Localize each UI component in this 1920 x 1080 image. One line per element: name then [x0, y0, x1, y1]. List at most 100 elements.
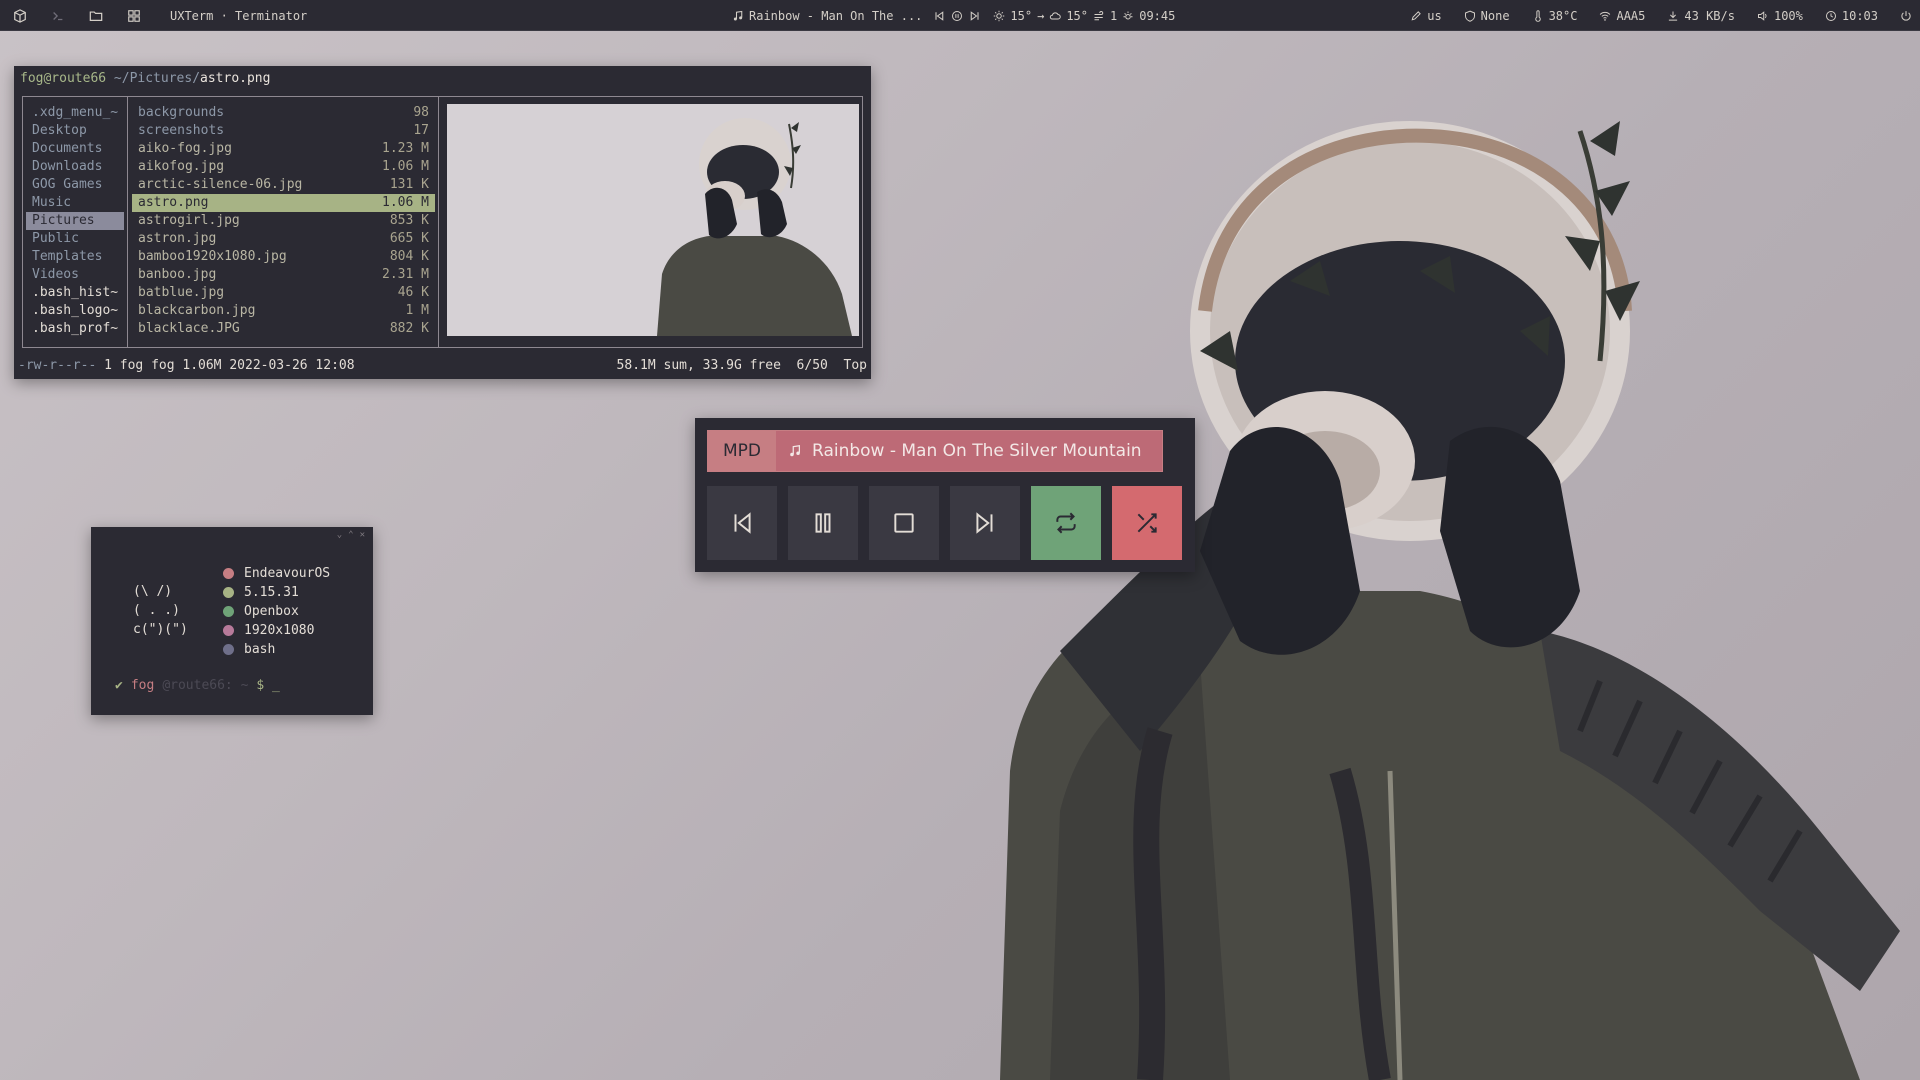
next-button[interactable] — [950, 486, 1020, 560]
folder-icon[interactable] — [86, 6, 106, 26]
parent-list-item[interactable]: GOG Games — [26, 176, 124, 194]
system-info-line: 5.15.31 — [223, 583, 330, 602]
parent-list-item[interactable]: .xdg_menu_~ — [26, 104, 124, 122]
cpu-temp: 38°C — [1532, 9, 1577, 23]
previous-icon — [734, 512, 751, 534]
pause-icon — [815, 513, 831, 533]
file-name: batblue.jpg — [138, 285, 225, 300]
terminal-icon[interactable] — [48, 6, 68, 26]
file-name: astron.jpg — [138, 231, 217, 246]
sunrise-icon — [1123, 11, 1133, 19]
system-info-value: 1920x1080 — [244, 623, 315, 638]
parent-list-item[interactable]: Desktop — [26, 122, 124, 140]
window-controls: ⌄ ⌃ ✕ — [337, 530, 365, 540]
sun-time: 09:45 — [1139, 8, 1176, 23]
weather-wind: 1 — [1110, 8, 1118, 23]
item-name: Downloads — [32, 159, 103, 174]
wifi-status[interactable]: AAA5 — [1599, 9, 1645, 23]
cube-icon[interactable] — [10, 6, 30, 26]
file-list-item[interactable]: blacklace.JPG 882 K — [132, 320, 435, 338]
parent-list-item[interactable]: Music — [26, 194, 124, 212]
previous-button[interactable] — [707, 486, 777, 560]
system-info-list: EndeavourOS 5.15.31 Openbox 1920x1080 bash — [223, 564, 330, 659]
next-icon[interactable] — [969, 10, 981, 22]
file-manager-window[interactable]: fog@route66 ~/Pictures/astro.png .xdg_me… — [14, 66, 871, 379]
file-list-item[interactable]: arctic-silence-06.jpg 131 K — [132, 176, 435, 194]
music-note-icon — [790, 445, 800, 457]
volume[interactable]: 100% — [1757, 9, 1803, 23]
top-panel-right: us None 38°C AAA5 43 KB/s 100% 10:03 — [1410, 0, 1912, 31]
item-name: .bash_prof~ — [32, 321, 119, 336]
bullet-icon — [223, 644, 234, 655]
parent-list-item[interactable]: .bash_prof~ — [26, 320, 124, 338]
file-list-item[interactable]: astrogirl.jpg 853 K — [132, 212, 435, 230]
thermometer-icon — [1534, 9, 1541, 22]
pause-button[interactable] — [788, 486, 858, 560]
close-icon[interactable]: ✕ — [360, 530, 365, 540]
weather-cloud-temp: 15° — [1066, 8, 1088, 23]
item-name: Videos — [32, 267, 79, 282]
grid-icon[interactable] — [124, 6, 144, 26]
pause-circle-icon[interactable] — [951, 10, 963, 22]
stop-button[interactable] — [869, 486, 939, 560]
file-list-item[interactable]: backgrounds 98 — [132, 104, 435, 122]
ascii-line: c(")(") — [133, 622, 188, 637]
file-list-item[interactable]: aikofog.jpg 1.06 M — [132, 158, 435, 176]
previous-icon[interactable] — [933, 10, 945, 22]
file-size: 17 — [413, 123, 429, 138]
system-info-line: Openbox — [223, 602, 330, 621]
file-list-item[interactable]: astro.png 1.06 M — [132, 194, 435, 212]
item-name: .xdg_menu_~ — [32, 105, 119, 120]
clock[interactable]: 10:03 — [1825, 9, 1878, 23]
maximize-icon[interactable]: ⌃ — [348, 530, 353, 540]
system-info-line: 1920x1080 — [223, 621, 330, 640]
system-info-value: Openbox — [244, 604, 299, 619]
item-name: GOG Games — [32, 177, 103, 192]
shell-prompt[interactable]: ✔ fog @route66: ~ $ _ — [115, 678, 280, 693]
system-info-line: bash — [223, 640, 330, 659]
power-button[interactable] — [1900, 10, 1912, 22]
file-list-item[interactable]: blackcarbon.jpg 1 M — [132, 302, 435, 320]
parent-list-item[interactable]: Videos — [26, 266, 124, 284]
file-size: 98 — [413, 105, 429, 120]
bullet-icon — [223, 625, 234, 636]
file-size: 853 K — [389, 213, 429, 228]
file-size: 882 K — [389, 321, 429, 336]
wifi-text: AAA5 — [1616, 8, 1646, 23]
file-size: 665 K — [389, 231, 429, 246]
file-list-item[interactable]: batblue.jpg 46 K — [132, 284, 435, 302]
shuffle-button[interactable] — [1112, 486, 1182, 560]
vpn-status[interactable]: None — [1464, 9, 1510, 23]
file-name: blacklace.JPG — [138, 321, 240, 336]
top-panel: UXTerm · Terminator Rainbow - Man On The… — [0, 0, 1920, 31]
repeat-button[interactable] — [1031, 486, 1101, 560]
top-panel-center: Rainbow - Man On The ... 15° → 15° 1 09:… — [732, 0, 1175, 31]
file-list-item[interactable]: banboo.jpg 2.31 M — [132, 266, 435, 284]
item-name: Pictures — [32, 213, 95, 228]
minimize-icon[interactable]: ⌄ — [337, 530, 342, 540]
file-list-item[interactable]: bamboo1920x1080.jpg 804 K — [132, 248, 435, 266]
keyboard-layout[interactable]: us — [1410, 9, 1442, 23]
parent-directory-pane: .xdg_menu_~ Desktop Documents Downloads GOG … — [23, 97, 128, 347]
fetch-terminal-window[interactable]: ⌄ ⌃ ✕ (\ /) ( . .) c(")(") EndeavourOS 5.15… — [91, 527, 373, 715]
wind-icon — [1094, 10, 1104, 20]
mpd-controls — [707, 486, 1182, 560]
parent-list-item[interactable]: Downloads — [26, 158, 124, 176]
parent-list-item[interactable]: Pictures — [26, 212, 124, 230]
parent-list-item[interactable]: Documents — [26, 140, 124, 158]
file-size: 1.06 M — [382, 195, 429, 210]
ascii-bunny: (\ /) ( . .) c(")(") — [133, 582, 188, 639]
mpd-title-bar: MPD Rainbow - Man On The Silver Mountain — [707, 430, 1163, 472]
file-panes: .xdg_menu_~ Desktop Documents Downloads GOG … — [22, 96, 863, 348]
file-list-item[interactable]: screenshots 17 — [132, 122, 435, 140]
ascii-line: ( . .) — [133, 603, 180, 618]
file-list-item[interactable]: astron.jpg 665 K — [132, 230, 435, 248]
file-list-item[interactable]: aiko-fog.jpg 1.23 M — [132, 140, 435, 158]
parent-list-item[interactable]: .bash_logo~ — [26, 302, 124, 320]
parent-list-item[interactable]: Templates — [26, 248, 124, 266]
item-name: Documents — [32, 141, 103, 156]
parent-list-item[interactable]: Public — [26, 230, 124, 248]
system-info-value: EndeavourOS — [244, 566, 331, 581]
now-playing[interactable]: Rainbow - Man On The ... — [732, 9, 981, 23]
parent-list-item[interactable]: .bash_hist~ — [26, 284, 124, 302]
